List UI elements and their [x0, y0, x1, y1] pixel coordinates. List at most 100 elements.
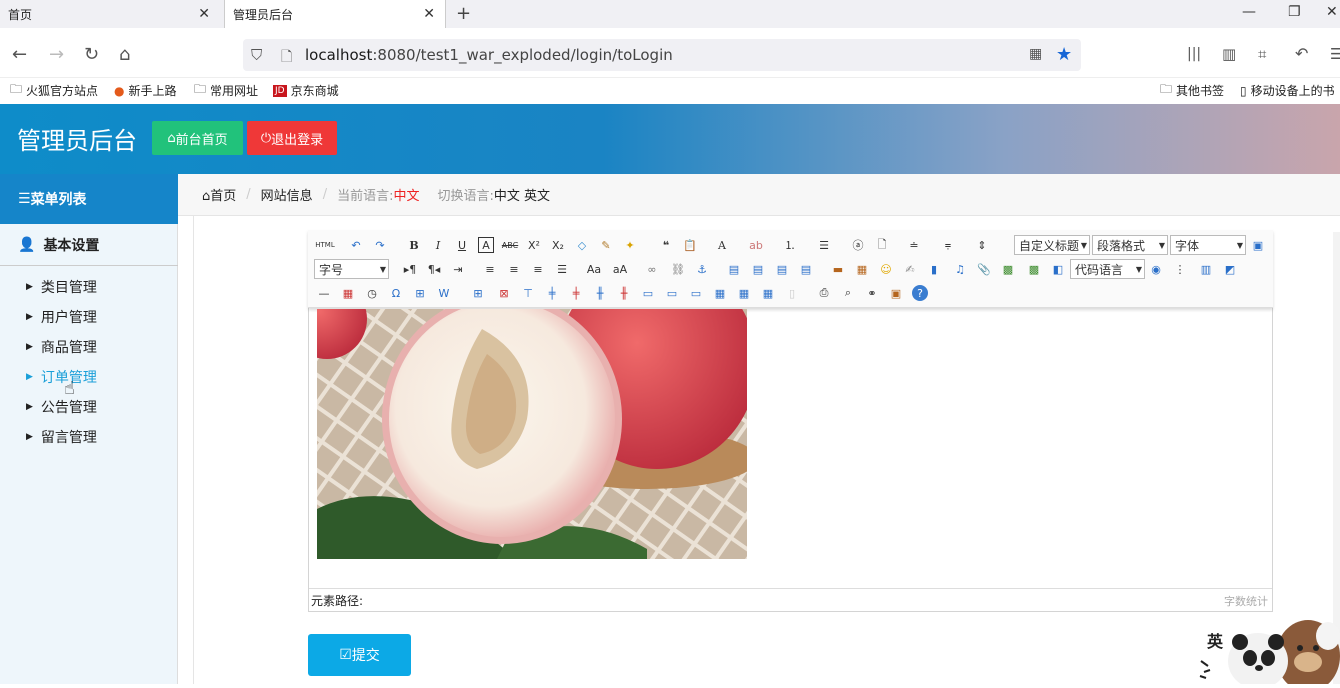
insert-video-icon[interactable]: ▮ [926, 261, 942, 277]
align-right-icon[interactable]: ≡ [530, 261, 546, 277]
logout-button[interactable]: ⏻ 退出登录 [247, 121, 337, 155]
simple-upload-icon[interactable]: ▬ [830, 261, 846, 277]
clear-doc-icon[interactable]: 🗋 [874, 237, 890, 253]
crop-icon[interactable]: ⌗ [1258, 45, 1266, 63]
bookmark-item[interactable]: JD 京东商城 [273, 82, 339, 99]
submit-button[interactable]: ☑ 提交 [308, 634, 411, 676]
word-paste-icon[interactable]: W [436, 285, 452, 301]
horizontal-rule-icon[interactable]: — [316, 285, 332, 301]
webapp-icon[interactable]: ◉ [1148, 261, 1164, 277]
superscript-icon[interactable]: X² [526, 237, 542, 253]
insert-table-icon[interactable]: ⊞ [470, 285, 486, 301]
code-language-select[interactable]: 代码语言 ▼ [1070, 259, 1145, 279]
format-brush-icon[interactable]: ✎ [598, 237, 614, 253]
bookmark-item[interactable]: 🗀 其他书签 [1160, 80, 1224, 101]
bold-icon[interactable]: B [406, 237, 422, 253]
sidebar-item-orders[interactable]: ▶ 订单管理 [26, 367, 97, 387]
tab-admin[interactable]: 管理员后台 ✕ [224, 0, 446, 28]
google-map-icon[interactable]: ▩ [1026, 261, 1042, 277]
eraser-icon[interactable]: ◇ [574, 237, 590, 253]
drafts-icon[interactable]: ▣ [888, 285, 904, 301]
url-text[interactable]: localhost:8080/test1_war_exploded/login/… [305, 46, 673, 64]
ime-mode-label[interactable]: 英 [1207, 628, 1223, 652]
language-en-link[interactable]: 英文 [524, 189, 550, 204]
tab-home[interactable]: 首页 ✕ [0, 0, 220, 28]
link-icon[interactable]: ∞ [644, 261, 660, 277]
close-window-icon[interactable]: ✕ [1326, 4, 1338, 20]
sidebar-item-messages[interactable]: ▶ 留言管理 [26, 427, 97, 447]
undo-icon[interactable]: ↶ [1295, 44, 1308, 63]
image-right-icon[interactable]: ▤ [750, 261, 766, 277]
breadcrumb-home[interactable]: ⌂首页 [202, 185, 236, 204]
close-icon[interactable]: ✕ [198, 6, 210, 22]
delete-table-icon[interactable]: ⊠ [496, 285, 512, 301]
scrawl-icon[interactable]: ✍ [902, 261, 918, 277]
help-icon[interactable]: ? [912, 285, 928, 301]
magic-wand-icon[interactable]: ✦ [622, 237, 638, 253]
line-height-icon[interactable]: ⇕ [974, 237, 990, 253]
sidebar-item-users[interactable]: ▶ 用户管理 [26, 307, 97, 327]
paste-plain-icon[interactable]: 📋 [682, 237, 698, 253]
redo-icon[interactable]: ↷ [372, 237, 388, 253]
email-link-icon[interactable]: ⓐ [850, 237, 866, 253]
delete-col-icon[interactable]: ╫ [616, 285, 632, 301]
front-page-button[interactable]: ⌂ 前台首页 [152, 121, 243, 155]
close-icon[interactable]: ✕ [423, 6, 435, 22]
paragraph-format-select[interactable]: 段落格式 ▼ [1092, 235, 1168, 255]
font-family-select[interactable]: 字体 ▼ [1170, 235, 1246, 255]
map-icon[interactable]: ▩ [1000, 261, 1016, 277]
align-center-icon[interactable]: ≡ [506, 261, 522, 277]
search-replace-icon[interactable]: ⚭ [864, 285, 880, 301]
bookmark-item[interactable]: ● 新手上路 [114, 82, 177, 99]
language-zh-link[interactable]: 中文 [494, 189, 520, 204]
wordimage-icon[interactable]: ⊞ [412, 285, 428, 301]
custom-title-select[interactable]: 自定义标题 ▼ [1014, 235, 1090, 255]
minimize-icon[interactable]: — [1242, 4, 1256, 20]
special-char-icon[interactable]: Ω [388, 285, 404, 301]
home-icon[interactable]: ⌂ [119, 44, 130, 65]
blockquote-icon[interactable]: ❝ [658, 237, 674, 253]
merge-cells-icon[interactable]: ▭ [640, 285, 656, 301]
new-tab-icon[interactable]: + [456, 3, 471, 24]
insert-image-icon[interactable]: ▦ [854, 261, 870, 277]
font-color-icon[interactable]: A [714, 237, 730, 253]
attachment-icon[interactable]: 📎 [976, 261, 992, 277]
uppercase-icon[interactable]: Aa [586, 261, 602, 277]
template-icon[interactable]: ▥ [1198, 261, 1214, 277]
delete-row-icon[interactable]: ╪ [568, 285, 584, 301]
italic-icon[interactable]: I [430, 237, 446, 253]
peach-image[interactable] [317, 309, 747, 559]
library-icon[interactable]: ||| [1187, 46, 1201, 62]
split-rows-icon[interactable]: ▦ [736, 285, 752, 301]
fullscreen-icon[interactable]: ▣ [1250, 237, 1266, 253]
back-icon[interactable]: ← [12, 44, 27, 65]
forward-icon[interactable]: → [49, 44, 64, 65]
preview-icon[interactable]: ⌕ [840, 285, 856, 301]
row-spacing-top-icon[interactable]: ≐ [906, 237, 922, 253]
image-left-icon[interactable]: ▤ [726, 261, 742, 277]
time-icon[interactable]: ◷ [364, 285, 380, 301]
insert-paragraph-before-table-icon[interactable]: ⊤ [520, 285, 536, 301]
insert-col-icon[interactable]: ╫ [592, 285, 608, 301]
split-cols-icon[interactable]: ▦ [760, 285, 776, 301]
restore-icon[interactable]: ❐ [1288, 4, 1301, 20]
strikethrough-icon[interactable]: ABC [502, 237, 518, 253]
background-icon[interactable]: ◩ [1222, 261, 1238, 277]
image-none-icon[interactable]: ▤ [798, 261, 814, 277]
emotion-icon[interactable]: ☺ [878, 261, 894, 277]
row-spacing-bottom-icon[interactable]: ⩦ [940, 237, 956, 253]
subscript-icon[interactable]: X₂ [550, 237, 566, 253]
sidebar-item-category[interactable]: ▶ 类目管理 [26, 277, 97, 297]
image-center-icon[interactable]: ▤ [774, 261, 790, 277]
unordered-list-icon[interactable]: ☰ [816, 237, 832, 253]
insert-row-icon[interactable]: ╪ [544, 285, 560, 301]
highlight-icon[interactable]: ab [748, 237, 764, 253]
reload-icon[interactable]: ↻ [84, 44, 99, 65]
date-icon[interactable]: ▦ [340, 285, 356, 301]
html-source-icon[interactable]: HTML [314, 237, 336, 253]
bookmark-item[interactable]: 🗀 常用网址 [194, 80, 258, 101]
star-icon[interactable]: ★ [1056, 44, 1072, 65]
sidebar-item-products[interactable]: ▶ 商品管理 [26, 337, 97, 357]
split-cells-icon[interactable]: ▦ [712, 285, 728, 301]
lowercase-icon[interactable]: aA [612, 261, 628, 277]
